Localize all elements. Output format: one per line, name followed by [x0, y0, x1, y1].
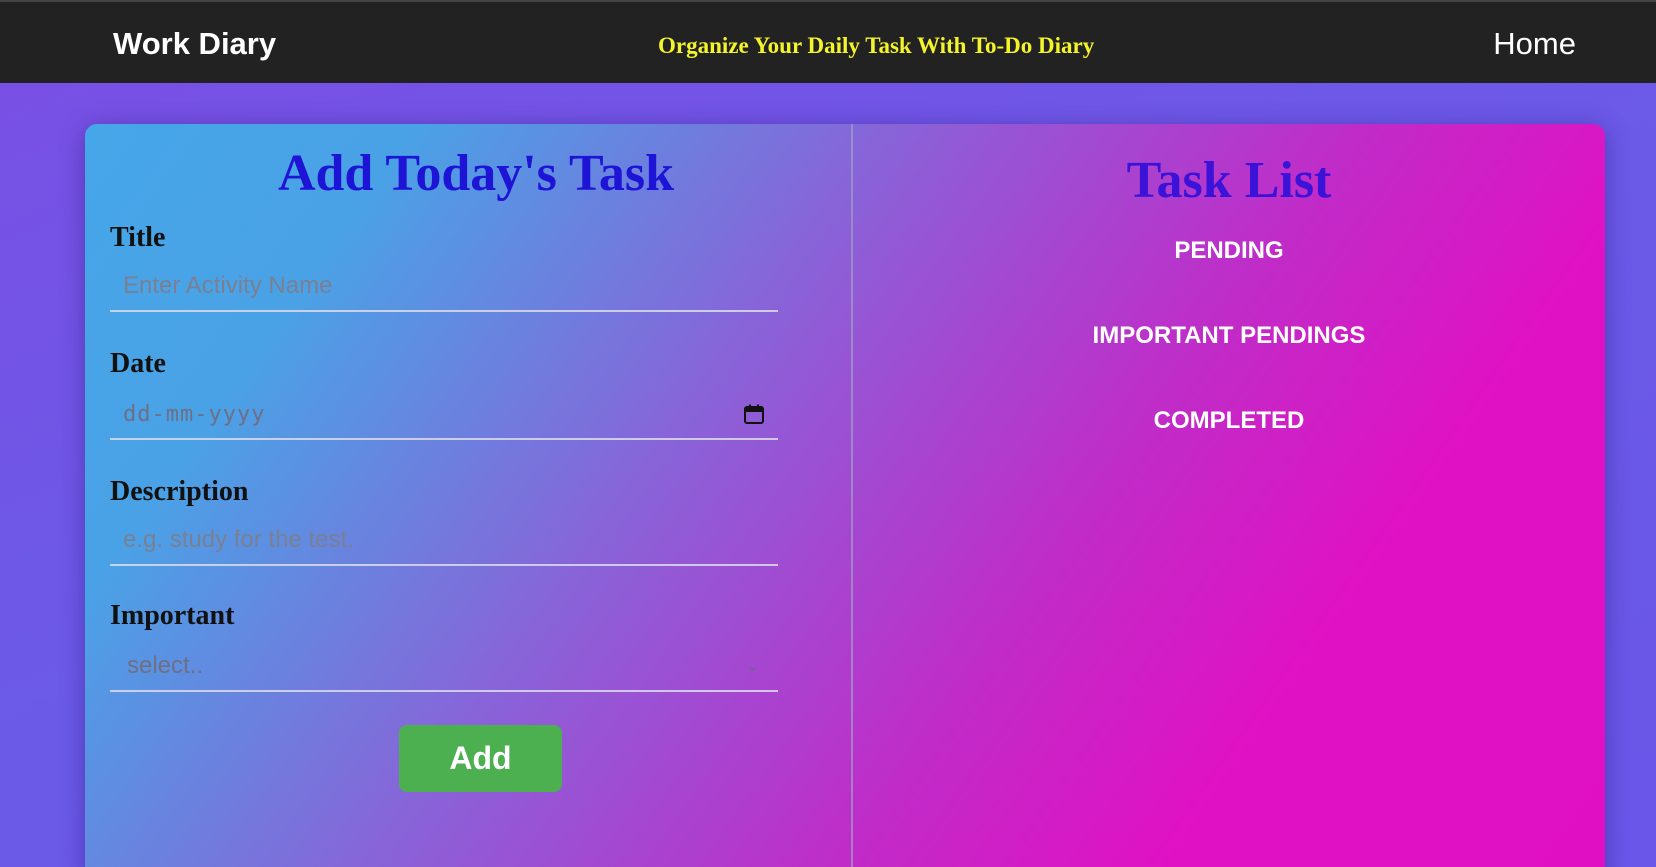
home-link[interactable]: Home [1493, 26, 1576, 62]
description-input[interactable]: e.g. study for the test. [110, 516, 778, 566]
calendar-icon[interactable] [743, 403, 765, 425]
add-button[interactable]: Add [399, 725, 562, 792]
important-select-value: select.. [127, 652, 204, 679]
date-input[interactable]: dd-mm-yyyy [110, 390, 778, 440]
title-input-placeholder: Enter Activity Name [123, 272, 333, 299]
important-pendings-section-heading[interactable]: IMPORTANT PENDINGS [853, 322, 1605, 350]
chevron-down-icon: ⌄ [745, 658, 759, 675]
date-input-placeholder: dd-mm-yyyy [123, 401, 266, 427]
pending-section-heading[interactable]: PENDING [853, 237, 1605, 265]
brand-logo-text[interactable]: Work Diary [113, 26, 276, 62]
completed-section-heading[interactable]: COMPLETED [853, 407, 1605, 435]
add-task-heading: Add Today's Task [277, 145, 675, 202]
important-label: Important [110, 600, 235, 631]
title-label: Title [110, 222, 166, 253]
date-label: Date [110, 348, 166, 379]
important-select[interactable]: select.. ⌄ [110, 642, 778, 692]
tagline: Organize Your Daily Task With To-Do Diar… [658, 33, 1095, 58]
navbar: Work Diary Organize Your Daily Task With… [0, 0, 1656, 83]
description-input-placeholder: e.g. study for the test. [123, 526, 354, 553]
title-input[interactable]: Enter Activity Name [110, 262, 778, 312]
main-card: Add Today's Task Title Enter Activity Na… [85, 124, 1605, 867]
description-label: Description [110, 476, 249, 507]
task-list-heading: Task List [1126, 152, 1332, 209]
column-divider [851, 124, 853, 867]
